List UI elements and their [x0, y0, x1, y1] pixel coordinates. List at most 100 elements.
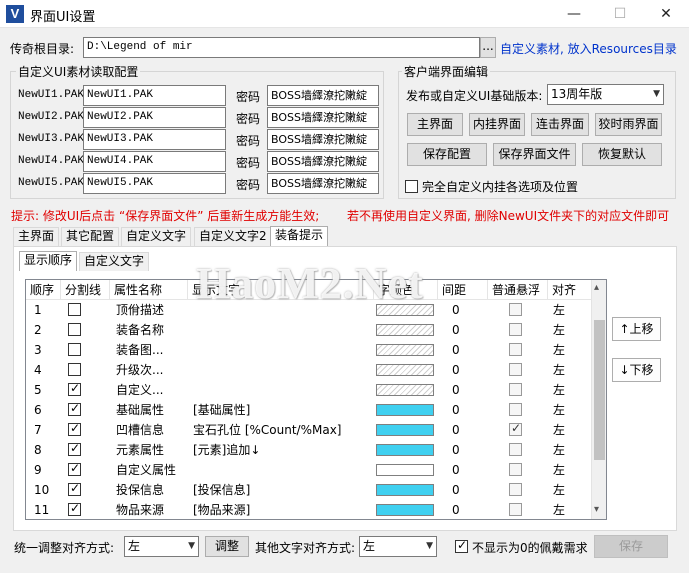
row-spacing[interactable]: 0: [452, 500, 482, 519]
row-spacing[interactable]: 0: [452, 300, 482, 320]
pak-password-input[interactable]: BOSS墙繹潦拕敶綻: [267, 85, 379, 106]
pak-file-input[interactable]: NewUI5.PAK: [83, 173, 226, 194]
table-row[interactable]: 10 投保信息 [投保信息] 0 左: [26, 480, 592, 500]
row-align[interactable]: 左: [553, 480, 583, 500]
pak-password-input[interactable]: BOSS墙繹潦拕敶綻: [267, 151, 379, 172]
scroll-up-icon[interactable]: ▴: [594, 282, 599, 293]
row-hover-checkbox[interactable]: [509, 443, 522, 456]
table-row[interactable]: 7 凹槽信息 宝石孔位 [%Count/%Max] 0 左: [26, 420, 592, 440]
pak-file-input[interactable]: NewUI3.PAK: [83, 129, 226, 150]
tab-custom-text-2[interactable]: 自定义文字2: [194, 227, 272, 246]
table-row[interactable]: 1 顶佾描述 0 左: [26, 300, 592, 320]
row-divider-checkbox[interactable]: [68, 461, 81, 476]
pak-file-input[interactable]: NewUI4.PAK: [83, 151, 226, 172]
maximize-button[interactable]: ☐: [597, 0, 643, 28]
pak-file-input[interactable]: NewUI1.PAK: [83, 85, 226, 106]
row-display-text[interactable]: [193, 340, 374, 360]
row-display-text[interactable]: 宝石孔位 [%Count/%Max]: [193, 420, 374, 440]
adjust-button[interactable]: 调整: [205, 536, 249, 557]
row-spacing[interactable]: 0: [452, 400, 482, 420]
table-row[interactable]: 8 元素属性 [元素]追加↓ 0 左: [26, 440, 592, 460]
row-hover-checkbox[interactable]: [509, 503, 522, 516]
pak-password-input[interactable]: BOSS墙繹潦拕敶綻: [267, 107, 379, 128]
table-row[interactable]: 11 物品来源 [物品来源] 0 左: [26, 500, 592, 519]
table-row[interactable]: 9 自定义属性 0 左: [26, 460, 592, 480]
col-spacing[interactable]: 间距: [438, 280, 488, 300]
save-button[interactable]: 保存: [594, 535, 668, 558]
row-display-text[interactable]: [基础属性]: [193, 400, 374, 420]
table-row[interactable]: 3 装备图... 0 左: [26, 340, 592, 360]
row-divider-checkbox[interactable]: [68, 323, 81, 336]
row-hover-checkbox[interactable]: [509, 421, 522, 436]
row-hover-checkbox[interactable]: [509, 303, 522, 316]
restore-default-button[interactable]: 恢复默认: [582, 143, 662, 166]
subtab-custom-text[interactable]: 自定义文字: [79, 252, 150, 271]
col-display-text[interactable]: 显示文字: [188, 280, 374, 300]
other-align-select[interactable]: 左 ▼: [359, 536, 437, 557]
pak-password-input[interactable]: BOSS墙繹潦拕敶綻: [267, 173, 379, 194]
scroll-thumb[interactable]: [594, 320, 605, 460]
table-scrollbar[interactable]: ▴ ▾: [591, 280, 606, 519]
row-divider-checkbox[interactable]: [68, 303, 81, 316]
row-display-text[interactable]: [投保信息]: [193, 480, 374, 500]
col-attr-name[interactable]: 属性名称: [110, 280, 188, 300]
row-divider-checkbox[interactable]: [68, 441, 81, 456]
row-color-swatch[interactable]: [376, 404, 434, 416]
browse-button[interactable]: ...: [480, 37, 496, 58]
move-down-button[interactable]: ↓下移: [612, 358, 661, 382]
row-hover-checkbox[interactable]: [509, 343, 522, 356]
row-divider-checkbox[interactable]: [68, 421, 81, 436]
row-align[interactable]: 左: [553, 340, 583, 360]
row-color-swatch[interactable]: [376, 364, 434, 376]
minimize-button[interactable]: —: [551, 0, 597, 28]
row-display-text[interactable]: [193, 320, 374, 340]
row-display-text[interactable]: [193, 460, 374, 480]
row-spacing[interactable]: 0: [452, 380, 482, 400]
full-custom-checkbox[interactable]: [405, 180, 418, 193]
tab-custom-text[interactable]: 自定义文字: [121, 227, 192, 246]
row-display-text[interactable]: [193, 360, 374, 380]
root-dir-input[interactable]: D:\Legend of mir: [83, 37, 480, 58]
table-row[interactable]: 2 装备名称 0 左: [26, 320, 592, 340]
subtab-display-order[interactable]: 显示顺序: [19, 251, 78, 271]
row-spacing[interactable]: 0: [452, 360, 482, 380]
plugin-ui-button[interactable]: 内挂界面: [469, 113, 525, 136]
row-color-swatch[interactable]: [376, 484, 434, 496]
row-divider-checkbox[interactable]: [68, 501, 81, 516]
move-up-button[interactable]: ↑上移: [612, 317, 661, 341]
row-spacing[interactable]: 0: [452, 440, 482, 460]
save-ui-file-button[interactable]: 保存界面文件: [493, 143, 576, 166]
col-normal-hover[interactable]: 普通悬浮: [488, 280, 548, 300]
tab-other-config[interactable]: 其它配置: [61, 227, 120, 246]
row-color-swatch[interactable]: [376, 304, 434, 316]
row-color-swatch[interactable]: [376, 384, 434, 396]
table-row[interactable]: 4 升级次... 0 左: [26, 360, 592, 380]
row-hover-checkbox[interactable]: [509, 323, 522, 336]
row-divider-checkbox[interactable]: [68, 481, 81, 496]
timely-rain-ui-button[interactable]: 狡时雨界面: [595, 113, 662, 136]
row-color-swatch[interactable]: [376, 504, 434, 516]
row-hover-checkbox[interactable]: [509, 463, 522, 476]
row-display-text[interactable]: [193, 380, 374, 400]
row-color-swatch[interactable]: [376, 324, 434, 336]
col-order[interactable]: 顺序: [26, 280, 61, 300]
row-hover-checkbox[interactable]: [509, 363, 522, 376]
table-row[interactable]: 5 自定义... 0 左: [26, 380, 592, 400]
col-align[interactable]: 对齐: [548, 280, 592, 300]
row-display-text[interactable]: [193, 300, 374, 320]
row-display-text[interactable]: [元素]追加↓: [193, 440, 374, 460]
row-divider-checkbox[interactable]: [68, 381, 81, 396]
combo-ui-button[interactable]: 连击界面: [531, 113, 589, 136]
row-align[interactable]: 左: [553, 360, 583, 380]
row-align[interactable]: 左: [553, 300, 583, 320]
row-divider-checkbox[interactable]: [68, 343, 81, 356]
row-spacing[interactable]: 0: [452, 420, 482, 440]
row-align[interactable]: 左: [553, 440, 583, 460]
row-display-text[interactable]: [物品来源]: [193, 500, 374, 519]
row-spacing[interactable]: 0: [452, 460, 482, 480]
row-spacing[interactable]: 0: [452, 320, 482, 340]
uniform-align-select[interactable]: 左 ▼: [124, 536, 199, 557]
pak-password-input[interactable]: BOSS墙繹潦拕敶綻: [267, 129, 379, 150]
row-align[interactable]: 左: [553, 400, 583, 420]
col-divider[interactable]: 分割线: [61, 280, 110, 300]
